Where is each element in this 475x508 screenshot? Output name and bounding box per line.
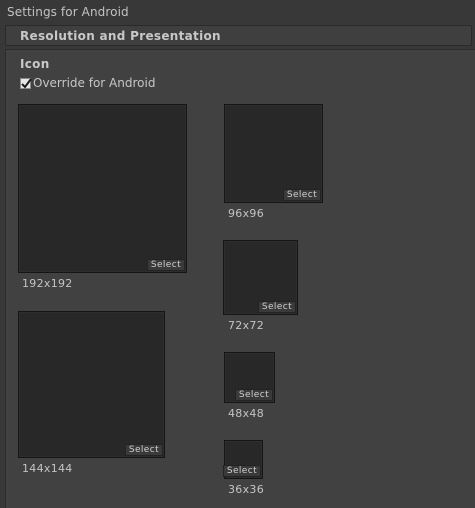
size-label-96: 96x96 [228, 207, 265, 220]
icon-slot-96[interactable]: Select [224, 104, 323, 203]
override-android-label: Override for Android [33, 76, 156, 90]
override-android-row[interactable]: Override for Android [20, 76, 155, 90]
select-button-144[interactable]: Select [124, 444, 163, 456]
select-button-48[interactable]: Select [234, 389, 273, 401]
section-title: Resolution and Presentation [20, 29, 221, 43]
size-label-192: 192x192 [22, 277, 73, 290]
resolution-presentation-foldout[interactable]: Resolution and Presentation [5, 25, 472, 46]
icon-slot-48[interactable]: Select [224, 352, 275, 403]
select-button-36[interactable]: Select [222, 465, 261, 477]
icon-slot-36[interactable]: Select [222, 440, 263, 479]
checkmark-icon [21, 77, 32, 89]
select-button-72[interactable]: Select [257, 301, 296, 313]
icon-slot-72[interactable]: Select [223, 240, 298, 315]
size-label-72: 72x72 [228, 319, 265, 332]
icon-slot-144[interactable]: Select [18, 311, 165, 458]
window-title: Settings for Android [7, 5, 129, 19]
select-button-96[interactable]: Select [282, 189, 321, 201]
size-label-36: 36x36 [228, 483, 265, 496]
size-label-48: 48x48 [228, 407, 265, 420]
size-label-144: 144x144 [22, 462, 73, 475]
icon-heading: Icon [20, 57, 50, 71]
settings-window: Settings for Android Resolution and Pres… [0, 0, 475, 508]
override-android-checkbox[interactable] [20, 77, 32, 89]
icon-slot-192[interactable]: Select [18, 104, 187, 273]
select-button-192[interactable]: Select [146, 259, 185, 271]
